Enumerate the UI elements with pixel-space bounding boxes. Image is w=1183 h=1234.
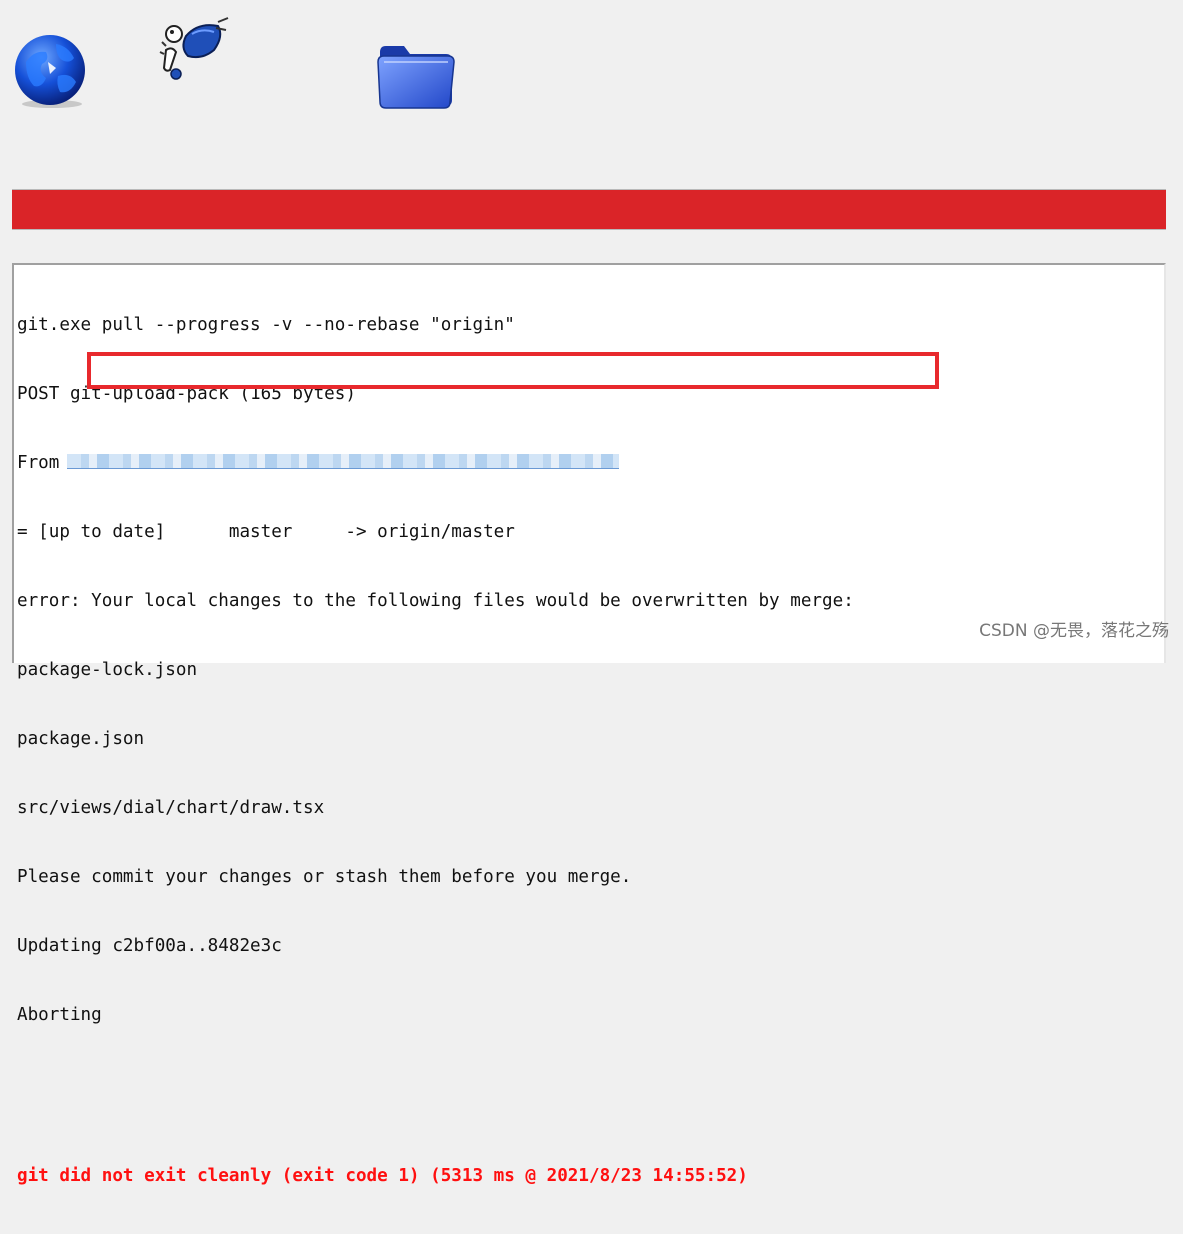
redacted-url: [67, 453, 620, 469]
log-lines: git.exe pull --progress -v --no-rebase "…: [17, 268, 1164, 1234]
log-line-from-label: From: [17, 453, 60, 473]
watermark: CSDN @无畏，落花之殇: [979, 621, 1169, 641]
log-line: git.exe pull --progress -v --no-rebase "…: [17, 315, 515, 335]
log-line: Aborting: [17, 1005, 102, 1025]
log-line: POST git-upload-pack (165 bytes): [17, 384, 356, 404]
log-line: = [up to date] master -> origin/master: [17, 522, 515, 542]
log-line-from: From: [17, 452, 1164, 475]
exit-status-line: git did not exit cleanly (exit code 1) (…: [17, 1166, 748, 1186]
error-line: error: Your local changes to the followi…: [17, 591, 854, 611]
log-line: package.json: [17, 729, 145, 749]
tortoise-icon[interactable]: [158, 12, 230, 84]
log-line: Please commit your changes or stash them…: [17, 867, 632, 887]
log-line: src/views/dial/chart/draw.tsx: [17, 798, 325, 818]
folder-icon[interactable]: [374, 34, 458, 114]
log-line: package-lock.json: [17, 660, 198, 680]
log-line: Updating c2bf00a..8482e3c: [17, 936, 282, 956]
git-log-output[interactable]: git.exe pull --progress -v --no-rebase "…: [12, 263, 1166, 1186]
globe-icon[interactable]: [12, 32, 90, 110]
status-progress-bar: [12, 189, 1166, 230]
